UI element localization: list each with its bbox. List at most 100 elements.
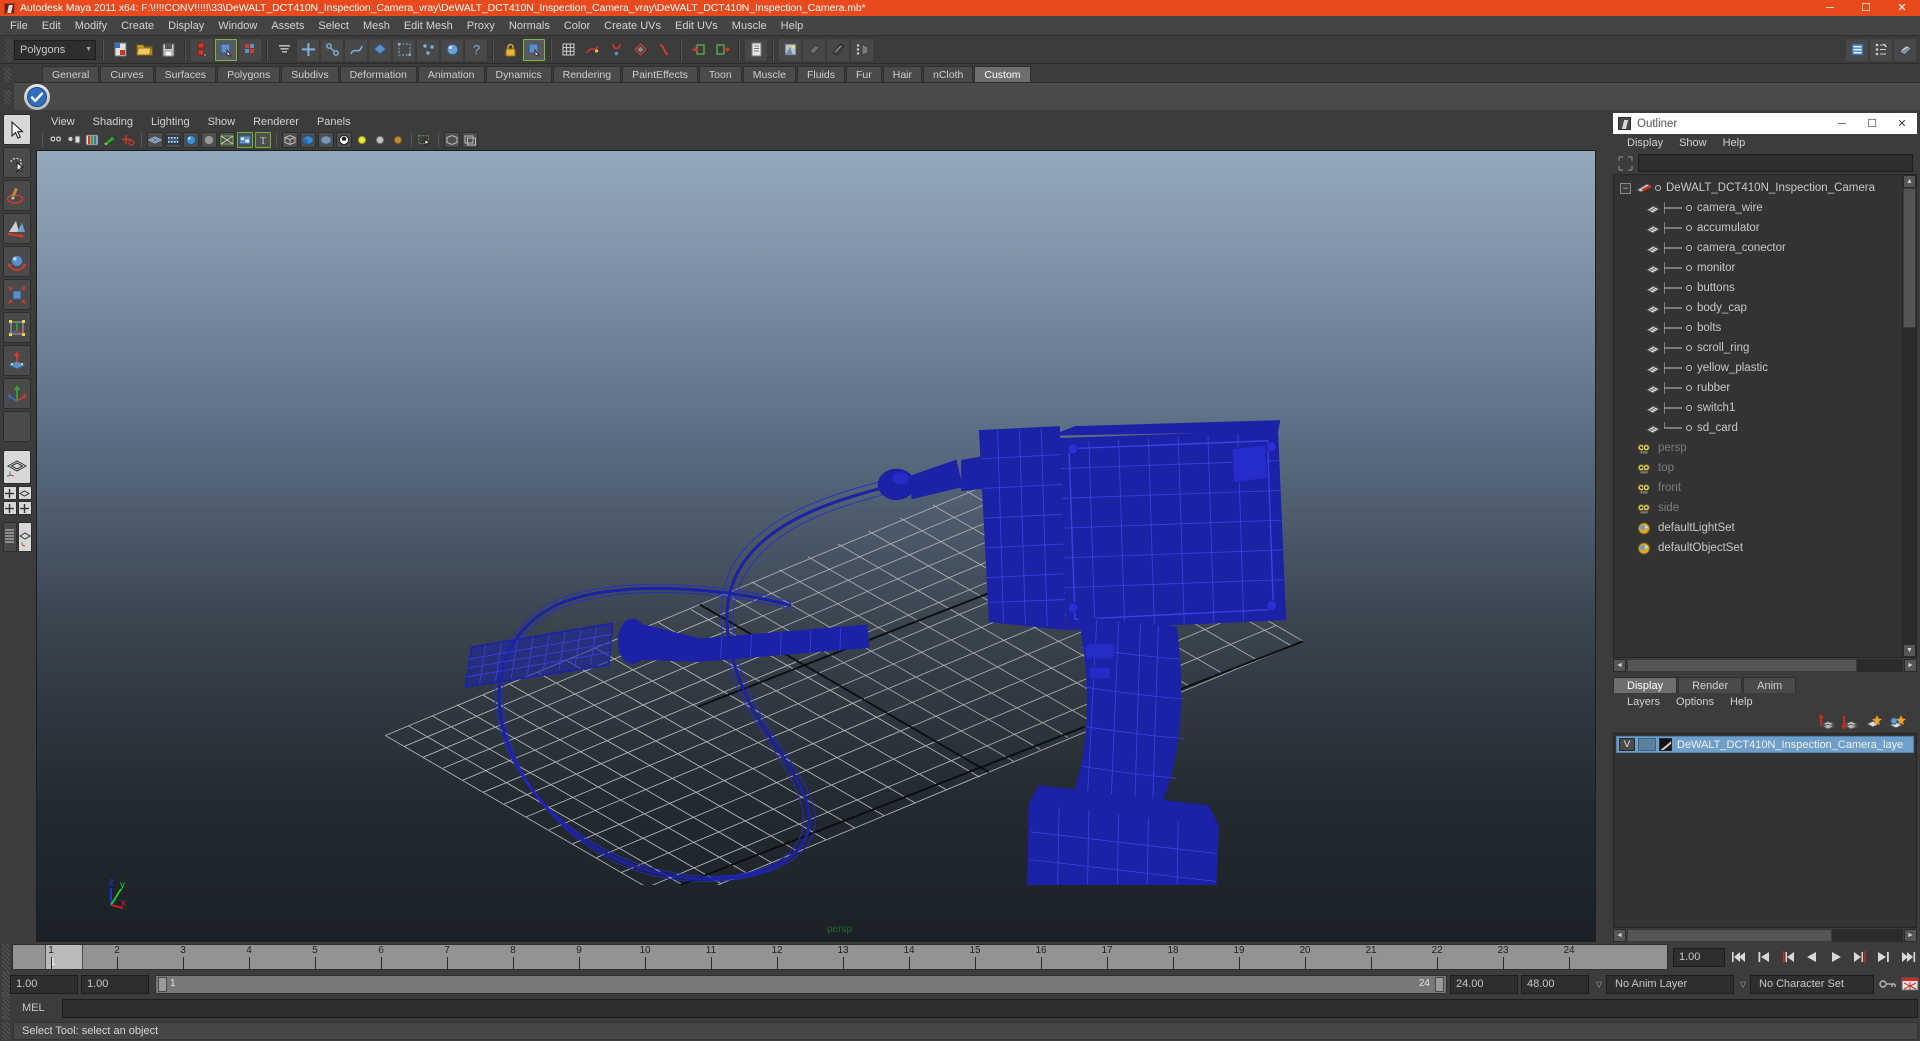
shelf-tab-rendering[interactable]: Rendering <box>552 66 622 82</box>
range-end-handle[interactable] <box>1435 976 1444 992</box>
save-scene-button[interactable] <box>157 39 179 61</box>
minimize-button[interactable]: ─ <box>1812 0 1848 16</box>
outliner-row-monitor[interactable]: monitor <box>1614 258 1902 278</box>
command-language-label[interactable]: MEL <box>10 1002 62 1014</box>
shelf-grip[interactable] <box>0 64 14 110</box>
tab-render[interactable]: Render <box>1678 677 1743 693</box>
viewport-toolbar-grip[interactable] <box>42 133 43 147</box>
outliner-row-front[interactable]: front <box>1614 478 1902 498</box>
menu-edit-mesh[interactable]: Edit Mesh <box>397 16 460 36</box>
scroll-left-icon[interactable]: ◄ <box>1613 928 1626 942</box>
scroll-thumb[interactable] <box>1903 188 1916 328</box>
step-back-key-button[interactable] <box>1753 947 1775 967</box>
layout-four-view[interactable] <box>2 486 17 500</box>
mel-command-input[interactable] <box>62 998 1918 1018</box>
soft-modification-tool[interactable] <box>3 345 31 376</box>
rotate-tool[interactable] <box>3 246 31 277</box>
shaded-box-icon[interactable] <box>300 132 316 148</box>
outliner-row-default-light-set[interactable]: defaultLightSet <box>1614 518 1902 538</box>
layout-persp-only-view[interactable] <box>17 522 32 552</box>
outliner-row-camera-wire[interactable]: camera_wire <box>1614 198 1902 218</box>
play-forwards-button[interactable] <box>1825 947 1847 967</box>
time-slider-grip[interactable] <box>2 944 10 970</box>
scroll-thumb[interactable] <box>1627 928 1832 942</box>
layout-persp-graph-view[interactable] <box>2 501 17 515</box>
outliner-row-persp[interactable]: persp <box>1614 438 1902 458</box>
select-by-hierarchy-button[interactable] <box>191 38 213 61</box>
character-set-field[interactable]: No Character Set <box>1750 974 1874 994</box>
outliner-row-bolts[interactable]: bolts <box>1614 318 1902 338</box>
outliner-menu-show[interactable]: Show <box>1671 134 1715 152</box>
select-rendering-button[interactable] <box>441 38 463 61</box>
outliner-row-buttons[interactable]: buttons <box>1614 278 1902 298</box>
book-icon[interactable] <box>84 132 100 148</box>
range-slider[interactable]: 1 24 <box>155 974 1447 994</box>
outliner-row-camera-conector[interactable]: camera_conector <box>1614 238 1902 258</box>
tool-settings-toggle[interactable] <box>1870 38 1892 61</box>
layer-row[interactable]: V DeWALT_DCT410N_Inspection_Camera_laye <box>1616 736 1914 753</box>
scroll-track[interactable] <box>1627 658 1903 672</box>
shelf-tab-muscle[interactable]: Muscle <box>742 66 796 82</box>
outliner-row-top[interactable]: top <box>1614 458 1902 478</box>
select-by-component-type-button[interactable] <box>239 38 261 61</box>
outliner-row-rubber[interactable]: rubber <box>1614 378 1902 398</box>
menu-color[interactable]: Color <box>557 16 597 36</box>
outliner-close-button[interactable]: ✕ <box>1887 113 1917 134</box>
outliner-row-side[interactable]: side <box>1614 498 1902 518</box>
scroll-right-icon[interactable]: ► <box>1904 658 1917 672</box>
outliner-menu-help[interactable]: Help <box>1715 134 1754 152</box>
3d-viewport[interactable]: z y x persp <box>36 150 1596 942</box>
go-to-end-button[interactable] <box>1897 947 1919 967</box>
new-scene-button[interactable] <box>109 39 131 61</box>
help-line-grip[interactable] <box>2 1021 10 1040</box>
snap-to-point-button[interactable] <box>605 39 627 61</box>
shaded-wireframe-icon[interactable] <box>219 132 235 148</box>
outliner-row-body-cap[interactable]: body_cap <box>1614 298 1902 318</box>
shelf-tab-surfaces[interactable]: Surfaces <box>154 66 217 82</box>
shelf-tab-hair[interactable]: Hair <box>882 66 922 82</box>
menu-display[interactable]: Display <box>161 16 211 36</box>
render-settings-button[interactable] <box>827 38 849 61</box>
select-deformations-button[interactable] <box>393 38 415 61</box>
step-forward-key-button[interactable] <box>1873 947 1895 967</box>
close-button[interactable]: ✕ <box>1884 0 1920 16</box>
shadows-icon[interactable] <box>390 132 406 148</box>
select-misc-button[interactable]: ? <box>465 38 487 61</box>
layer-color-swatch[interactable] <box>1659 738 1672 751</box>
create-layer-from-selected-icon[interactable] <box>1887 713 1907 731</box>
menu-edit-uvs[interactable]: Edit UVs <box>668 16 725 36</box>
marquee-select-icon[interactable] <box>417 132 433 148</box>
expand-collapse-icon[interactable] <box>1617 155 1634 172</box>
outliner-search-input[interactable] <box>1638 154 1913 172</box>
menu-assets[interactable]: Assets <box>264 16 311 36</box>
shelf-tab-deformation[interactable]: Deformation <box>339 66 417 82</box>
paint-select-tool[interactable] <box>3 180 31 211</box>
current-time-field[interactable]: 1.00 <box>1673 947 1725 967</box>
snap-to-view-planes-button[interactable] <box>629 39 651 61</box>
menu-modify[interactable]: Modify <box>68 16 114 36</box>
xray-box-icon[interactable] <box>282 132 298 148</box>
smooth-shade-icon[interactable] <box>165 132 181 148</box>
select-handles-button[interactable] <box>297 38 319 61</box>
tab-display[interactable]: Display <box>1613 677 1678 693</box>
menu-create-uvs[interactable]: Create UVs <box>597 16 668 36</box>
tab-anim[interactable]: Anim <box>1743 677 1797 693</box>
open-scene-button[interactable] <box>133 39 155 61</box>
scroll-track[interactable] <box>1627 928 1903 942</box>
outliner-vertical-scrollbar[interactable]: ▲ ▼ <box>1902 175 1916 657</box>
layout-hypershade-persp-view[interactable] <box>17 501 32 515</box>
viewport-menu-view[interactable]: View <box>42 113 84 131</box>
channel-box-toggle[interactable] <box>1894 38 1916 61</box>
step-back-frame-button[interactable] <box>1777 947 1799 967</box>
viewport-menu-panels[interactable]: Panels <box>308 113 360 131</box>
selection-mask-menu-button[interactable] <box>273 39 295 61</box>
shelf-tab-toon[interactable]: Toon <box>698 66 742 82</box>
scroll-track[interactable] <box>1903 328 1916 644</box>
layer-display-type-toggle[interactable] <box>1638 738 1656 751</box>
texture-shading-icon[interactable] <box>237 132 253 148</box>
render-view-button[interactable] <box>851 38 873 61</box>
shelf-tab-polygons[interactable]: Polygons <box>217 66 281 82</box>
select-dynamics-button[interactable] <box>417 38 439 61</box>
outliner-row-sd-card[interactable]: sd_card <box>1614 418 1902 438</box>
scroll-right-icon[interactable]: ► <box>1904 928 1917 942</box>
